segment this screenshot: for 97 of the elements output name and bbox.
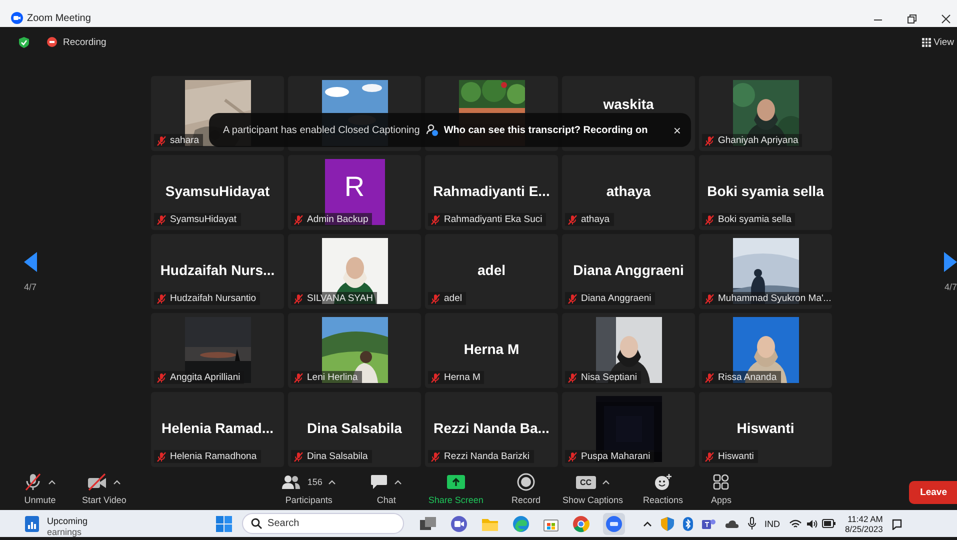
search-field[interactable]: Search bbox=[242, 513, 404, 534]
shield-icon[interactable] bbox=[660, 516, 674, 530]
captions-icon[interactable]: CC bbox=[576, 476, 596, 488]
participant-count: 156 bbox=[307, 477, 322, 487]
share-screen-icon[interactable] bbox=[446, 474, 466, 490]
grid-icon[interactable] bbox=[922, 38, 931, 46]
participant-name: Leni Herlina bbox=[307, 372, 358, 383]
recording-icon[interactable] bbox=[47, 37, 57, 47]
participant-name: Rahmadiyanti Eka Suci bbox=[444, 214, 542, 225]
participant-name: sahara bbox=[170, 135, 200, 146]
participant-display-name: Helenia Ramad... bbox=[161, 420, 274, 436]
chat-bubble-icon[interactable] bbox=[370, 474, 388, 490]
participant-name: Hiswanti bbox=[718, 451, 754, 462]
participant-display-name: athaya bbox=[606, 182, 651, 198]
video-button[interactable]: Start Video bbox=[82, 495, 126, 505]
video-call-icon[interactable] bbox=[450, 514, 468, 532]
participant-display-name: Hudzaifah Nurs... bbox=[160, 262, 275, 278]
battery-icon[interactable] bbox=[822, 519, 836, 528]
participant-name: Boki syamia sella bbox=[718, 214, 792, 225]
caret-icon[interactable] bbox=[602, 479, 610, 485]
bluetooth-icon[interactable] bbox=[682, 516, 693, 530]
caret-icon[interactable] bbox=[642, 520, 652, 526]
participant-name: Puspa Maharani bbox=[581, 451, 650, 462]
participant-name: adel bbox=[444, 293, 462, 304]
browser-icon[interactable] bbox=[512, 514, 530, 532]
caret-icon[interactable] bbox=[48, 479, 56, 485]
microphone-icon[interactable] bbox=[748, 517, 756, 530]
share-button[interactable]: Share Screen bbox=[428, 495, 484, 505]
participant-name: Anggita Aprilliani bbox=[170, 372, 240, 383]
video-off-icon[interactable] bbox=[87, 473, 108, 491]
participant-name: Helenia Ramadhona bbox=[170, 451, 257, 462]
caret-icon[interactable] bbox=[394, 479, 402, 485]
participant-name: Herna M bbox=[444, 372, 480, 383]
participant-name: Hudzaifah Nursantio bbox=[170, 293, 256, 304]
participant-display-name: Herna M bbox=[464, 340, 520, 356]
task-view-icon[interactable] bbox=[418, 516, 437, 532]
page-indicator: 4/7 bbox=[24, 282, 37, 292]
participants-icon[interactable] bbox=[281, 474, 302, 490]
captions-button[interactable]: Show Captions bbox=[562, 495, 624, 505]
close-button[interactable]: × bbox=[673, 122, 681, 138]
apps-icon[interactable] bbox=[712, 473, 730, 491]
person-info-icon bbox=[426, 124, 438, 136]
restore-icon[interactable] bbox=[907, 14, 917, 24]
apps-button[interactable]: Apps bbox=[711, 495, 732, 505]
participant-name: SILVANA SYAH bbox=[307, 293, 373, 304]
participant-display-name: waskita bbox=[603, 96, 654, 112]
participant-name: Diana Anggraeni bbox=[581, 293, 652, 304]
participant-display-name: Rezzi Nanda Ba... bbox=[434, 420, 550, 436]
previous-page-icon[interactable] bbox=[24, 252, 38, 272]
search-icon bbox=[250, 518, 262, 529]
participant-name: athaya bbox=[581, 214, 610, 225]
view-button[interactable]: View bbox=[934, 36, 954, 48]
record-icon[interactable] bbox=[516, 473, 535, 491]
widget-subtitle[interactable]: earnings bbox=[47, 527, 88, 537]
leave-button[interactable]: Leave bbox=[909, 481, 957, 504]
participant-display-name: Dina Salsabila bbox=[307, 420, 402, 436]
participant-display-name: Rahmadiyanti E... bbox=[433, 182, 550, 198]
clock-time[interactable]: 11:42 AM bbox=[848, 514, 883, 524]
participant-name: Nisa Septiani bbox=[581, 372, 637, 383]
next-page-icon[interactable] bbox=[944, 252, 957, 272]
shield-check-icon[interactable] bbox=[19, 36, 29, 48]
close-icon[interactable] bbox=[941, 14, 951, 24]
window-title: Zoom Meeting bbox=[27, 13, 91, 24]
participant-display-name: SyamsuHidayat bbox=[165, 182, 270, 198]
notification-text: A participant has enabled Closed Captioning bbox=[223, 124, 420, 136]
caret-icon[interactable] bbox=[328, 479, 336, 485]
participant-name: Ghaniyah Apriyana bbox=[718, 135, 798, 146]
widget-title[interactable]: Upcoming bbox=[47, 516, 88, 527]
language-indicator[interactable]: IND bbox=[764, 518, 780, 528]
participant-display-name: Diana Anggraeni bbox=[573, 262, 684, 278]
participant-name: Rissa Ananda bbox=[718, 372, 777, 383]
cloud-icon[interactable] bbox=[724, 518, 739, 528]
muted-mic-icon[interactable] bbox=[24, 473, 42, 491]
participant-display-name: Boki syamia sella bbox=[707, 182, 824, 198]
chat-button[interactable]: Chat bbox=[376, 495, 396, 505]
participant-name: Dina Salsabila bbox=[307, 451, 368, 462]
chart-icon[interactable] bbox=[25, 516, 39, 532]
participant-name: SyamsuHidayat bbox=[170, 214, 237, 225]
reactions-button[interactable]: Reactions bbox=[643, 495, 684, 505]
participants-button[interactable]: Participants bbox=[285, 495, 332, 505]
page-indicator: 4/7 bbox=[944, 282, 957, 292]
participant-name: Rezzi Nanda Barizki bbox=[444, 451, 530, 462]
recording-status: Recording bbox=[63, 36, 106, 48]
participant-name: Admin Backup bbox=[307, 214, 368, 225]
record-button[interactable]: Record bbox=[511, 495, 540, 505]
participant-display-name: adel bbox=[477, 262, 506, 278]
start-icon[interactable] bbox=[216, 516, 232, 532]
mic-button[interactable]: Unmute bbox=[24, 495, 56, 505]
notification-icon[interactable] bbox=[892, 518, 902, 530]
wifi-icon[interactable] bbox=[789, 518, 802, 528]
speaker-icon[interactable] bbox=[806, 518, 818, 528]
transcript-link[interactable]: Who can see this transcript? Recording on bbox=[444, 124, 648, 136]
participant-display-name: Hiswanti bbox=[736, 420, 794, 436]
smiley-plus-icon[interactable] bbox=[653, 473, 674, 491]
participant-name: Muhammad Syukron Ma'... bbox=[718, 293, 832, 304]
caret-icon[interactable] bbox=[113, 479, 122, 485]
clock-date[interactable]: 8/25/2023 bbox=[845, 524, 883, 534]
